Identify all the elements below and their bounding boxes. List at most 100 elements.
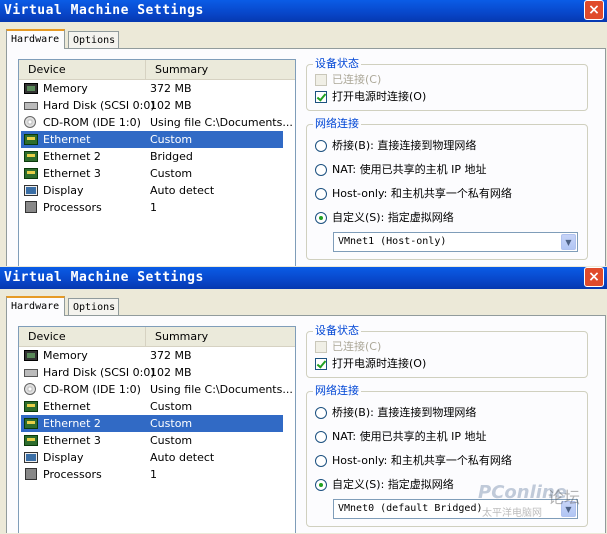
checkbox-label: 打开电源时连接(O): [332, 357, 427, 370]
select-value: VMnet0 (default Bridged): [338, 503, 483, 514]
title-bar[interactable]: Virtual Machine Settings ×: [0, 0, 607, 22]
device-name: Display: [43, 451, 84, 464]
radio-label: 桥接(B): 直接连接到物理网络: [332, 406, 477, 419]
device-row-ethernet[interactable]: Ethernet Custom: [21, 131, 283, 148]
device-status-title: 设备状态: [313, 56, 361, 72]
device-status-group: 设备状态 已连接(C) 打开电源时连接(O): [306, 56, 588, 111]
device-summary: Auto detect: [150, 184, 215, 197]
device-name: Ethernet 3: [43, 434, 101, 447]
device-row-hard-disk[interactable]: Hard Disk (SCSI 0:0) 102 MB: [21, 364, 283, 381]
chevron-down-icon[interactable]: ▼: [561, 501, 576, 517]
device-row-cdrom[interactable]: CD-ROM (IDE 1:0) Using file C:\Documents…: [21, 381, 293, 398]
radio-circle: [315, 212, 327, 224]
device-row-ethernet-3[interactable]: Ethernet 3 Custom: [21, 165, 283, 182]
checkbox-box: [315, 91, 327, 103]
chevron-down-icon[interactable]: ▼: [561, 234, 576, 250]
device-row-processors[interactable]: Processors 1: [21, 199, 283, 216]
select-value: VMnet1 (Host-only): [338, 236, 447, 247]
ethernet-icon: [24, 134, 38, 145]
processor-icon: [25, 201, 37, 213]
device-row-memory[interactable]: Memory 372 MB: [21, 80, 283, 97]
device-summary: Custom: [150, 434, 193, 447]
radio-label: 自定义(S): 指定虚拟网络: [332, 478, 454, 491]
radio-circle: [315, 164, 327, 176]
close-button[interactable]: ×: [584, 0, 604, 20]
radio-circle: [315, 431, 327, 443]
radio-circle: [315, 479, 327, 491]
processor-icon: [25, 468, 37, 480]
device-name: Hard Disk (SCSI 0:0): [43, 366, 155, 379]
column-header-summary[interactable]: Summary: [146, 60, 296, 79]
radio-label: NAT: 使用已共享的主机 IP 地址: [332, 163, 487, 176]
device-name: Memory: [43, 82, 88, 95]
device-row-ethernet-2[interactable]: Ethernet 2 Bridged: [21, 148, 283, 165]
device-name: Processors: [43, 468, 102, 481]
device-row-cdrom[interactable]: CD-ROM (IDE 1:0) Using file C:\Documents…: [21, 114, 293, 131]
tab-hardware[interactable]: Hardware: [6, 29, 65, 49]
device-name: Ethernet: [43, 400, 91, 413]
column-header-device[interactable]: Device: [19, 327, 146, 346]
column-header-device[interactable]: Device: [19, 60, 146, 79]
device-summary: Custom: [150, 417, 193, 430]
custom-network-select[interactable]: VMnet1 (Host-only) ▼: [333, 232, 578, 252]
tab-hardware[interactable]: Hardware: [6, 296, 65, 316]
device-name: Ethernet: [43, 133, 91, 146]
radio-circle: [315, 140, 327, 152]
device-summary: Bridged: [150, 150, 193, 163]
tab-options[interactable]: Options: [68, 31, 119, 48]
device-summary: 372 MB: [150, 82, 192, 95]
device-row-memory[interactable]: Memory 372 MB: [21, 347, 283, 364]
device-name: Ethernet 2: [43, 150, 101, 163]
window-title: Virtual Machine Settings: [4, 3, 204, 18]
vm-settings-window: Virtual Machine Settings × Hardware Opti…: [0, 267, 607, 533]
hard-disk-icon: [24, 102, 38, 110]
radio-label: Host-only: 和主机共享一个私有网络: [332, 454, 512, 467]
device-summary: Custom: [150, 167, 193, 180]
column-header-summary[interactable]: Summary: [146, 327, 296, 346]
title-bar[interactable]: Virtual Machine Settings ×: [0, 267, 607, 289]
device-summary: 1: [150, 201, 157, 214]
network-connection-title: 网络连接: [313, 383, 361, 399]
window-title: Virtual Machine Settings: [4, 270, 204, 285]
checkbox-label: 已连接(C): [332, 340, 382, 353]
device-row-display[interactable]: Display Auto detect: [21, 449, 283, 466]
custom-network-select[interactable]: VMnet0 (default Bridged) ▼: [333, 499, 578, 519]
device-row-hard-disk[interactable]: Hard Disk (SCSI 0:0) 102 MB: [21, 97, 283, 114]
device-summary: Custom: [150, 400, 193, 413]
device-name: Memory: [43, 349, 88, 362]
checkbox-box: [315, 358, 327, 370]
display-icon: [24, 185, 38, 196]
device-status-group: 设备状态 已连接(C) 打开电源时连接(O): [306, 323, 588, 378]
device-name: Ethernet 2: [43, 417, 101, 430]
radio-circle: [315, 188, 327, 200]
ethernet-icon: [24, 168, 38, 179]
device-name: Display: [43, 184, 84, 197]
device-summary: Auto detect: [150, 451, 215, 464]
memory-icon: [24, 83, 38, 94]
device-row-ethernet-3[interactable]: Ethernet 3 Custom: [21, 432, 283, 449]
memory-icon: [24, 350, 38, 361]
device-summary: 372 MB: [150, 349, 192, 362]
network-connection-title: 网络连接: [313, 116, 361, 132]
ethernet-icon: [24, 435, 38, 446]
device-list[interactable]: Device Summary Memory 372 MB Hard Disk (…: [18, 326, 296, 533]
device-list-header: Device Summary: [19, 327, 295, 347]
device-summary: Using file C:\Documents...: [150, 383, 293, 396]
cdrom-icon: [24, 383, 36, 395]
display-icon: [24, 452, 38, 463]
checkbox-label: 已连接(C): [332, 73, 382, 86]
device-row-ethernet-2[interactable]: Ethernet 2 Custom: [21, 415, 283, 432]
device-row-ethernet[interactable]: Ethernet Custom: [21, 398, 283, 415]
close-button[interactable]: ×: [584, 267, 604, 287]
device-row-processors[interactable]: Processors 1: [21, 466, 283, 483]
checkbox-box: [315, 74, 327, 86]
device-name: Processors: [43, 201, 102, 214]
device-summary: 102 MB: [150, 366, 192, 379]
ethernet-icon: [24, 418, 38, 429]
radio-label: 桥接(B): 直接连接到物理网络: [332, 139, 477, 152]
checkbox-box: [315, 341, 327, 353]
device-list[interactable]: Device Summary Memory 372 MB Hard Disk (…: [18, 59, 296, 266]
tab-options[interactable]: Options: [68, 298, 119, 315]
device-row-display[interactable]: Display Auto detect: [21, 182, 283, 199]
device-name: CD-ROM (IDE 1:0): [43, 383, 141, 396]
